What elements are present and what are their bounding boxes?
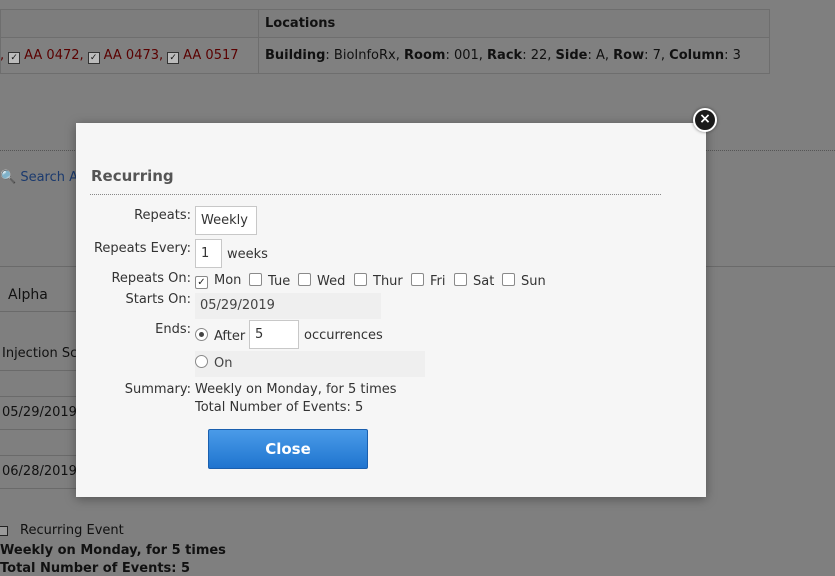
field-separator [0, 396, 76, 397]
sample-id[interactable]: AA 0472, [24, 48, 84, 63]
day-sun[interactable]: Sun [502, 273, 546, 289]
field-separator [0, 429, 76, 430]
search-link[interactable]: 🔍 Search A [0, 170, 78, 185]
summary-total: Total Number of Events: 5 [195, 400, 364, 415]
recurring-event-checkbox[interactable] [0, 526, 8, 536]
repeats-on-label: Repeats On: [111, 271, 191, 286]
background-table-header [0, 9, 770, 38]
occurrences-input[interactable]: 5 [249, 320, 299, 349]
recurring-summary: Weekly on Monday, for 5 times [0, 543, 226, 558]
repeats-every-input[interactable]: 1 [195, 239, 222, 268]
checkbox-icon[interactable] [298, 273, 311, 286]
recurring-event-label: Recurring Event [20, 523, 124, 538]
sample-id[interactable]: AA 0473, [104, 48, 164, 63]
ends-label: Ends: [155, 322, 191, 337]
radio-icon[interactable] [195, 355, 208, 368]
checkbox-icon[interactable] [454, 273, 467, 286]
checkbox-icon[interactable]: ✓ [167, 52, 180, 64]
summary-text: Weekly on Monday, for 5 times [195, 382, 397, 397]
repeats-every-unit: weeks [227, 247, 268, 262]
repeats-every-label: Repeats Every: [93, 241, 191, 256]
location-cell: Building: BioInfoRx, Room: 001, Rack: 22… [258, 38, 741, 74]
day-thur[interactable]: Thur [354, 273, 403, 289]
radio-selected-icon[interactable] [195, 328, 208, 341]
checkbox-icon[interactable] [411, 273, 424, 286]
day-wed[interactable]: Wed [298, 273, 345, 289]
sample-id-list: , ✓ AA 0472, ✓ AA 0473, ✓ AA 0517 [0, 48, 239, 64]
field-separator [0, 370, 76, 371]
repeats-select[interactable]: Weekly [195, 206, 257, 235]
checkbox-icon[interactable] [502, 273, 515, 286]
day-sat[interactable]: Sat [454, 273, 494, 289]
end-date-value[interactable]: 06/28/2019 [2, 464, 77, 479]
day-fri[interactable]: Fri [411, 273, 446, 289]
title-divider [90, 194, 661, 195]
close-button[interactable]: Close [208, 429, 368, 469]
checkbox-icon[interactable]: ✓ [8, 52, 21, 64]
field-separator [0, 311, 76, 312]
checkbox-icon[interactable] [354, 273, 367, 286]
sample-id[interactable]: AA 0517 [183, 48, 238, 63]
group-field-value[interactable]: Alpha [8, 287, 48, 303]
ends-after-option[interactable]: After [195, 328, 245, 344]
start-date-value[interactable]: 05/29/2019 [2, 405, 77, 420]
search-icon: 🔍 [0, 170, 17, 185]
close-icon[interactable]: × [693, 108, 717, 132]
checkbox-checked-icon[interactable]: ✓ [195, 276, 208, 289]
recurring-dialog: Recurring Repeats: Weekly Repeats Every:… [76, 123, 706, 497]
starts-on-label: Starts On: [125, 292, 191, 307]
summary-label: Summary: [124, 382, 191, 397]
locations-column-header: Locations [258, 9, 335, 38]
checkbox-icon[interactable]: ✓ [87, 52, 100, 64]
repeats-label: Repeats: [134, 208, 191, 223]
day-mon[interactable]: ✓ Mon [195, 273, 241, 289]
field-separator [0, 455, 76, 456]
field-separator [0, 488, 76, 489]
checkbox-icon[interactable] [249, 273, 262, 286]
type-field-value[interactable]: Injection Sc [2, 346, 77, 361]
day-tue[interactable]: Tue [249, 273, 290, 289]
starts-on-field[interactable]: 05/29/2019 [195, 293, 381, 319]
occurrences-unit: occurrences [304, 328, 383, 343]
dialog-title: Recurring [91, 167, 174, 185]
ends-on-option[interactable]: On [195, 351, 425, 377]
